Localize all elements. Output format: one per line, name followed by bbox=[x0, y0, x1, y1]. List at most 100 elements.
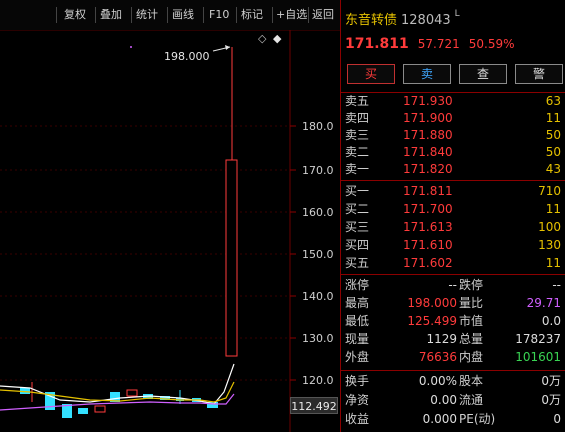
bid-row[interactable]: 买五 171.602 11 bbox=[345, 255, 561, 272]
diamond-icon[interactable]: ◇ bbox=[258, 33, 266, 45]
bid-row[interactable]: 买四 171.610 130 bbox=[345, 237, 561, 254]
stat-row: 外盘 76636 内盘 101601 bbox=[345, 349, 561, 366]
buy-button[interactable]: 买 bbox=[347, 64, 395, 84]
toolbar-separator bbox=[167, 7, 168, 23]
market-cap-label: 市值 bbox=[459, 314, 484, 328]
f10-button[interactable]: F10 bbox=[209, 7, 229, 23]
stat-row: 涨停 -- 跌停 -- bbox=[345, 277, 561, 294]
earnings-value: 0.000 bbox=[422, 412, 457, 426]
bid-price: 171.811 bbox=[403, 184, 453, 198]
pe-dynamic-value: 0 bbox=[553, 412, 561, 426]
ask-price: 171.820 bbox=[403, 162, 453, 176]
market-cap-value: 0.0 bbox=[541, 314, 561, 328]
stock-flag: L bbox=[454, 9, 460, 19]
statistics-button[interactable]: 统计 bbox=[136, 7, 158, 23]
total-volume-value: 178237 bbox=[515, 332, 561, 346]
toolbar-separator bbox=[308, 7, 309, 23]
arrow-head-icon bbox=[225, 45, 230, 50]
kline-chart[interactable]: 180.0 170.0 160.0 150.0 140.0 130.0 120.… bbox=[0, 30, 340, 432]
overlay-button[interactable]: 叠加 bbox=[100, 7, 122, 23]
stat-row: 收益 0.000 PE(动) 0 bbox=[345, 411, 561, 428]
stock-title-row: 东音转债 128043 L bbox=[345, 9, 460, 28]
chart-toolbar: 复权 叠加 统计 画线 F10 标记 +自选 返回 bbox=[0, 0, 340, 31]
stat-row: 最低 125.499 市值 0.0 bbox=[345, 313, 561, 330]
ask-label: 卖三 bbox=[345, 128, 370, 142]
float-shares-value: 0万 bbox=[541, 393, 561, 407]
mark-button[interactable]: 标记 bbox=[241, 7, 263, 23]
bid-label: 买二 bbox=[345, 202, 370, 216]
peak-price-label: 198.000 bbox=[164, 50, 210, 63]
outer-volume-value: 76636 bbox=[418, 350, 457, 364]
trade-actions: 买 卖 查 警 bbox=[347, 64, 563, 86]
ask-row[interactable]: 卖二 171.840 50 bbox=[345, 144, 561, 161]
stat-row: 净资 0.00 流通 0万 bbox=[345, 392, 561, 409]
kline-candles bbox=[20, 47, 238, 418]
price-axis-label: 170.0 bbox=[302, 164, 334, 177]
limit-up-value: -- bbox=[448, 278, 457, 292]
kline-candle bbox=[94, 405, 106, 413]
stock-code: 128043 bbox=[401, 13, 451, 28]
current-price-tag: 112.492 bbox=[290, 397, 338, 414]
last-price: 171.811 bbox=[345, 36, 409, 52]
ask-volume: 43 bbox=[545, 162, 561, 176]
share-capital-value: 0万 bbox=[541, 374, 561, 388]
pe-dynamic-label: PE(动) bbox=[459, 412, 496, 426]
bid-row[interactable]: 买一 171.811 710 bbox=[345, 183, 561, 200]
inner-volume-value: 101601 bbox=[515, 350, 561, 364]
stock-name: 东音转债 bbox=[345, 13, 398, 28]
net-assets-label: 净资 bbox=[345, 393, 370, 407]
toolbar-separator bbox=[236, 7, 237, 23]
toolbar-separator bbox=[203, 7, 204, 23]
limit-down-value: -- bbox=[552, 278, 561, 292]
current-volume-value: 1129 bbox=[426, 332, 457, 346]
volume-ratio-value: 29.71 bbox=[526, 296, 561, 310]
bid-row[interactable]: 买二 171.700 11 bbox=[345, 201, 561, 218]
bid-price: 171.613 bbox=[403, 220, 453, 234]
earnings-label: 收益 bbox=[345, 412, 370, 426]
high-value: 198.000 bbox=[407, 296, 457, 310]
bid-volume: 710 bbox=[538, 184, 561, 198]
ask-row[interactable]: 卖三 171.880 50 bbox=[345, 127, 561, 144]
alert-button[interactable]: 警 bbox=[515, 64, 563, 84]
bid-price: 171.700 bbox=[403, 202, 453, 216]
kline-chart-canvas: 180.0 170.0 160.0 150.0 140.0 130.0 120.… bbox=[0, 30, 334, 432]
price-axis-label: 150.0 bbox=[302, 248, 334, 261]
bid-row[interactable]: 买三 171.613 100 bbox=[345, 219, 561, 236]
draw-line-button[interactable]: 画线 bbox=[172, 7, 194, 23]
high-label: 最高 bbox=[345, 296, 370, 310]
ask-price: 171.880 bbox=[403, 128, 453, 142]
hollow-diamond-icon[interactable]: ◆ bbox=[273, 33, 281, 45]
stat-row: 最高 198.000 量比 29.71 bbox=[345, 295, 561, 312]
float-shares-label: 流通 bbox=[459, 393, 484, 407]
low-value: 125.499 bbox=[407, 314, 457, 328]
bid-label: 买三 bbox=[345, 220, 370, 234]
price-grid bbox=[0, 125, 290, 381]
bid-volume: 11 bbox=[545, 256, 561, 270]
bid-label: 买四 bbox=[345, 238, 370, 252]
ask-row[interactable]: 卖一 171.820 43 bbox=[345, 161, 561, 178]
price-change: 57.721 bbox=[417, 37, 460, 51]
toolbar-separator bbox=[56, 7, 57, 23]
price-axis-label: 130.0 bbox=[302, 332, 334, 345]
kline-candle bbox=[126, 389, 138, 397]
ask-volume: 50 bbox=[545, 128, 561, 142]
price-summary: 171.811 57.721 50.59% bbox=[345, 36, 515, 52]
net-assets-value: 0.00 bbox=[430, 393, 457, 407]
price-axis-labels: 180.0 170.0 160.0 150.0 140.0 130.0 120.… bbox=[302, 120, 334, 387]
limit-down-label: 跌停 bbox=[459, 278, 484, 292]
kline-candle bbox=[78, 408, 88, 414]
query-button[interactable]: 查 bbox=[459, 64, 507, 84]
divider bbox=[341, 274, 565, 275]
ask-row[interactable]: 卖四 171.900 11 bbox=[345, 110, 561, 127]
bid-price: 171.610 bbox=[403, 238, 453, 252]
kline-candle-limit-up bbox=[225, 159, 238, 357]
bid-volume: 100 bbox=[538, 220, 561, 234]
bid-label: 买五 bbox=[345, 256, 370, 270]
sell-button[interactable]: 卖 bbox=[403, 64, 451, 84]
back-button[interactable]: 返回 bbox=[312, 7, 334, 23]
total-volume-label: 总量 bbox=[459, 332, 484, 346]
restore-rights-button[interactable]: 复权 bbox=[64, 7, 86, 23]
add-watchlist-button[interactable]: +自选 bbox=[276, 7, 307, 23]
ask-row[interactable]: 卖五 171.930 63 bbox=[345, 93, 561, 110]
bid-volume: 11 bbox=[545, 202, 561, 216]
